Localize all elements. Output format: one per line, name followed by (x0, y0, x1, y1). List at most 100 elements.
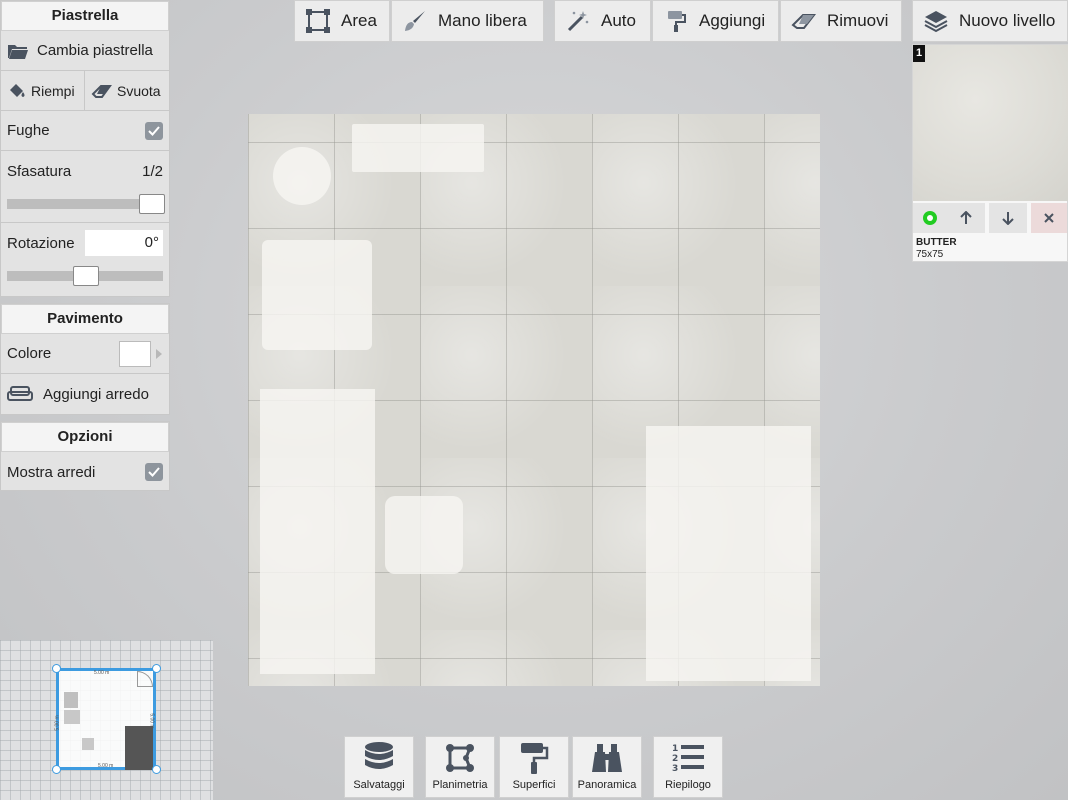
minimap-handle[interactable] (52, 765, 61, 774)
chevron-right-icon (155, 348, 163, 360)
binoculars-icon (589, 741, 625, 775)
minimap-handle[interactable] (52, 664, 61, 673)
area-button[interactable]: Area (294, 0, 390, 42)
sofa-icon (7, 385, 33, 403)
level-badge: 1 (913, 45, 925, 62)
new-level-label: Nuovo livello (959, 11, 1056, 30)
nav-floorplan-button[interactable]: Planimetria (425, 736, 495, 798)
options-section-title: Opzioni (1, 422, 169, 452)
eraser-icon (91, 83, 113, 99)
nav-floorplan-label: Planimetria (432, 779, 488, 791)
furniture-toilet (262, 240, 372, 350)
minimap-dim-top: 5.00 m (94, 670, 110, 676)
minimap-handle[interactable] (152, 664, 161, 673)
nav-surfaces-button[interactable]: Superfici (499, 736, 569, 798)
clear-label: Svuota (117, 82, 161, 99)
level-up-button[interactable] (947, 203, 985, 233)
level-card[interactable]: 1 BUTTER 75x75 (912, 44, 1068, 262)
tile-section-title: Piastrella (1, 1, 169, 31)
paint-roller-icon (516, 741, 552, 775)
add-label: Aggiungi (699, 11, 766, 30)
furniture-round-table (273, 147, 331, 205)
area-select-icon (305, 8, 331, 34)
show-furniture-checkbox[interactable] (145, 463, 163, 481)
rotation-label: Rotazione (7, 234, 75, 252)
offset-value: 1/2 (142, 162, 163, 180)
rotation-input[interactable]: 0° (85, 230, 163, 256)
furniture-sink-counter (352, 124, 484, 172)
minimap-fixture (64, 710, 80, 724)
minimap-fixture (64, 692, 78, 708)
minimap-dim-right: 5.00 m (148, 713, 155, 729)
remove-button[interactable]: Rimuovi (780, 0, 902, 42)
nav-surfaces-label: Superfici (512, 779, 556, 791)
freehand-label: Mano libera (438, 11, 527, 30)
floor-canvas[interactable] (248, 114, 820, 686)
floor-color-label: Colore (7, 345, 52, 362)
check-icon (148, 125, 160, 136)
layers-icon (923, 8, 949, 34)
minimap-dim-left: 5.00 m (54, 715, 61, 731)
close-icon (1044, 213, 1054, 223)
fill-label: Riempi (31, 82, 75, 99)
fill-button[interactable]: Riempi (1, 71, 85, 110)
arrow-up-icon (960, 211, 972, 224)
level-thumbnail[interactable] (913, 45, 1068, 201)
furniture-chair (385, 496, 463, 574)
minimap-handle[interactable] (152, 765, 161, 774)
auto-button[interactable]: Auto (554, 0, 651, 42)
database-icon (361, 741, 397, 775)
show-furniture-label: Mostra arredi (7, 463, 96, 481)
minimap-fixture (82, 738, 94, 750)
floor-color-swatch[interactable] (119, 340, 151, 367)
floor-color-row[interactable]: Colore (1, 334, 169, 374)
folder-icon (7, 42, 29, 60)
svg-text:3: 3 (672, 764, 678, 774)
grout-checkbox[interactable] (145, 121, 163, 140)
nav-summary-label: Riepilogo (665, 779, 711, 791)
change-tile-button[interactable]: Cambia piastrella (1, 31, 169, 71)
auto-label: Auto (601, 11, 636, 30)
area-label: Area (341, 11, 377, 30)
furniture-bathtub (260, 389, 375, 674)
paint-bucket-icon (7, 82, 27, 100)
svg-text:2: 2 (672, 754, 678, 764)
new-level-button[interactable]: Nuovo livello (912, 0, 1068, 42)
freehand-button[interactable]: Mano libera (391, 0, 544, 42)
paint-roller-icon (663, 8, 689, 34)
offset-slider-thumb[interactable] (139, 194, 165, 214)
grout-label: Fughe (7, 122, 50, 139)
minimap-dim-bottom: 5.00 m (98, 763, 114, 769)
minimap[interactable]: 5.00 m 5.00 m 5.00 m 5.00 m (0, 640, 213, 800)
nav-summary-button[interactable]: 123 Riepilogo (653, 736, 723, 798)
clear-button[interactable]: Svuota (85, 71, 169, 110)
active-indicator-icon (923, 211, 937, 225)
offset-label: Sfasatura (7, 162, 72, 180)
floorplan-icon (442, 741, 478, 775)
tile-panel: Piastrella Cambia piastrella Riempi Svuo… (0, 0, 170, 297)
nav-overview-label: Panoramica (577, 779, 637, 791)
brush-icon (402, 8, 428, 34)
level-visibility-button[interactable] (913, 203, 947, 233)
level-down-button[interactable] (989, 203, 1027, 233)
level-delete-button[interactable] (1031, 203, 1067, 233)
floor-panel: Pavimento Colore Aggiungi arredo (0, 303, 170, 415)
tile-size: 75x75 (916, 249, 944, 260)
svg-text:1: 1 (672, 744, 678, 754)
nav-saves-label: Salvataggi (353, 779, 405, 791)
rotation-slider-thumb[interactable] (73, 266, 99, 286)
magic-wand-icon (565, 8, 591, 34)
minimap-shower (125, 726, 153, 770)
numbered-list-icon: 123 (670, 741, 706, 775)
grout-toggle[interactable]: Fughe (1, 111, 169, 151)
show-furniture-toggle[interactable]: Mostra arredi (1, 452, 169, 492)
nav-saves-button[interactable]: Salvataggi (344, 736, 414, 798)
nav-overview-button[interactable]: Panoramica (572, 736, 642, 798)
eraser-icon (791, 8, 817, 34)
floor-section-title: Pavimento (1, 304, 169, 334)
add-button[interactable]: Aggiungi (652, 0, 779, 42)
add-furniture-label: Aggiungi arredo (43, 385, 149, 403)
change-tile-label: Cambia piastrella (37, 42, 153, 59)
add-furniture-button[interactable]: Aggiungi arredo (1, 374, 169, 414)
remove-label: Rimuovi (827, 11, 889, 30)
